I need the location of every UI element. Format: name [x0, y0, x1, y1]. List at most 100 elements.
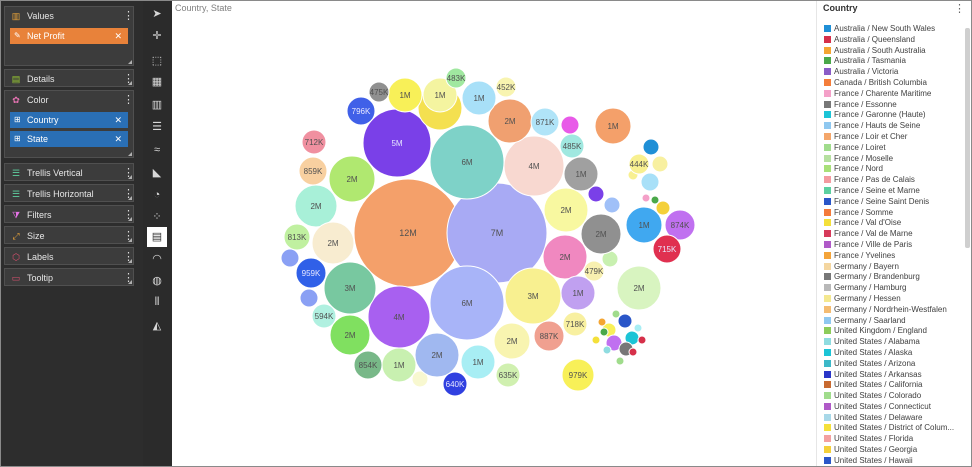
bubble[interactable] — [611, 309, 621, 319]
bubble[interactable] — [651, 155, 669, 173]
legend-item[interactable]: United Kingdom / England — [824, 326, 960, 337]
bubble[interactable] — [299, 288, 319, 308]
line-chart-icon[interactable]: ≈ — [147, 140, 167, 160]
move-icon[interactable]: ✛ — [147, 26, 167, 46]
pointer-icon[interactable]: ➤ — [147, 4, 167, 24]
legend-item[interactable]: France / Moselle — [824, 154, 960, 165]
well-color[interactable]: ✿ Color ⋮ ⊞ Country ✕ ⊞ State ✕ — [4, 90, 134, 158]
bar-chart-icon[interactable]: ▥ — [147, 95, 167, 115]
bubble[interactable] — [603, 196, 621, 214]
bubble[interactable] — [637, 335, 647, 345]
legend-item[interactable]: France / Yvelines — [824, 251, 960, 262]
more-options-icon[interactable]: ⋮ — [123, 9, 134, 23]
well-values[interactable]: ▥ Values ⋮ ✎ Net Profit ✕ — [4, 6, 134, 66]
bubble[interactable] — [602, 345, 612, 355]
legend-item[interactable]: Australia / Victoria — [824, 67, 960, 78]
grid-chart-icon[interactable]: ▦ — [147, 72, 167, 92]
horizontal-bar-icon[interactable]: ☰ — [147, 117, 167, 137]
pie-chart-icon[interactable]: ◔ — [147, 185, 167, 205]
more-options-icon[interactable]: ⋮ — [123, 271, 134, 285]
well-filters[interactable]: ⧩ Filters ⋮ — [4, 205, 134, 223]
gauge-icon[interactable]: ◠ — [147, 249, 167, 269]
well-tooltip[interactable]: ▭ Tooltip ⋮ — [4, 268, 134, 286]
table-icon[interactable]: ⦀ — [147, 292, 167, 312]
legend-item[interactable]: United States / Florida — [824, 434, 960, 445]
visualization-canvas[interactable]: Country, State 12M 7M 6M 6M 5M 4M 4M 3M 3M 2M 2M 2M… — [172, 0, 972, 467]
legend-item[interactable]: United States / Colorado — [824, 391, 960, 402]
well-header[interactable]: ⧩ Filters ⋮ — [5, 206, 134, 224]
well-header[interactable]: ▭ Tooltip ⋮ — [5, 269, 134, 287]
legend-item[interactable]: France / Pas de Calais — [824, 175, 960, 186]
legend-item[interactable]: Germany / Hessen — [824, 294, 960, 305]
legend-item[interactable]: France / Essonne — [824, 100, 960, 111]
field-pill-country[interactable]: ⊞ Country ✕ — [10, 112, 128, 128]
bubble[interactable] — [560, 115, 580, 135]
legend-item[interactable]: France / Val de Marne — [824, 229, 960, 240]
legend-item[interactable]: United States / Alaska — [824, 348, 960, 359]
legend-item[interactable]: Germany / Saarland — [824, 316, 960, 327]
select-icon[interactable]: ⬚ — [147, 51, 167, 71]
bubble[interactable] — [641, 193, 651, 203]
image-icon[interactable]: ◭ — [147, 316, 167, 336]
legend-item[interactable]: France / Nord — [824, 164, 960, 175]
well-details[interactable]: ▤ Details ⋮ — [4, 69, 134, 87]
remove-field-icon[interactable]: ✕ — [114, 28, 122, 44]
field-pill-net-profit[interactable]: ✎ Net Profit ✕ — [10, 28, 128, 44]
legend-item[interactable]: United States / Delaware — [824, 413, 960, 424]
scatter-icon[interactable]: ⁘ — [147, 207, 167, 227]
legend-item[interactable]: Australia / South Australia — [824, 46, 960, 57]
legend-menu-icon[interactable]: ⋮ — [954, 2, 965, 15]
legend-item[interactable]: France / Garonne (Haute) — [824, 110, 960, 121]
legend-item[interactable]: France / Charente Maritime — [824, 89, 960, 100]
legend-item[interactable]: Australia / Queensland — [824, 35, 960, 46]
bubble[interactable] — [642, 138, 660, 156]
legend-item[interactable]: France / Loir et Cher — [824, 132, 960, 143]
legend-item[interactable]: United States / Georgia — [824, 445, 960, 456]
remove-field-icon[interactable]: ✕ — [114, 131, 122, 147]
bubble[interactable] — [628, 347, 638, 357]
legend-item[interactable]: Germany / Brandenburg — [824, 272, 960, 283]
bubble[interactable] — [640, 172, 660, 192]
more-options-icon[interactable]: ⋮ — [123, 72, 134, 86]
legend-item[interactable]: United States / District of Colum... — [824, 423, 960, 434]
more-options-icon[interactable]: ⋮ — [123, 187, 134, 201]
legend-item[interactable]: United States / California — [824, 380, 960, 391]
treemap-icon[interactable]: ▤ — [147, 227, 167, 247]
bubble-chart[interactable]: 12M 7M 6M 6M 5M 4M 4M 3M 3M 2M 2M 2M 2M 2M 2M 2M 2M 2M 2M 2… — [172, 0, 816, 467]
more-options-icon[interactable]: ⋮ — [123, 166, 134, 180]
field-pill-state[interactable]: ⊞ State ✕ — [10, 131, 128, 147]
legend-item[interactable]: Australia / Tasmania — [824, 56, 960, 67]
legend-item[interactable]: France / Hauts de Seine — [824, 121, 960, 132]
remove-field-icon[interactable]: ✕ — [114, 112, 122, 128]
bubble[interactable] — [280, 248, 300, 268]
more-options-icon[interactable]: ⋮ — [123, 250, 134, 264]
bubble[interactable] — [617, 313, 633, 329]
well-trellis-horizontal[interactable]: ☰ Trellis Horizontal ⋮ — [4, 184, 134, 202]
well-labels[interactable]: ⬡ Labels ⋮ — [4, 247, 134, 265]
well-header[interactable]: ☰ Trellis Horizontal ⋮ — [5, 185, 134, 203]
well-size[interactable]: ⤢ Size ⋮ — [4, 226, 134, 244]
more-options-icon[interactable]: ⋮ — [123, 208, 134, 222]
legend-item[interactable]: France / Seine et Marne — [824, 186, 960, 197]
well-header[interactable]: ⤢ Size ⋮ — [5, 227, 134, 245]
legend-item[interactable]: Germany / Hamburg — [824, 283, 960, 294]
well-header[interactable]: ▤ Details ⋮ — [5, 70, 134, 88]
legend-item[interactable]: Canada / British Columbia — [824, 78, 960, 89]
legend-item[interactable]: France / Ville de Paris — [824, 240, 960, 251]
legend-item[interactable]: United States / Connecticut — [824, 402, 960, 413]
well-header[interactable]: ⬡ Labels ⋮ — [5, 248, 134, 266]
bubble[interactable] — [599, 327, 609, 337]
map-icon[interactable]: ◍ — [147, 271, 167, 291]
legend-item[interactable]: France / Somme — [824, 208, 960, 219]
well-header[interactable]: ☰ Trellis Vertical ⋮ — [5, 164, 134, 182]
legend-item[interactable]: France / Loiret — [824, 143, 960, 154]
legend-item[interactable]: United States / Hawaii — [824, 456, 960, 467]
legend-scrollbar[interactable] — [965, 28, 970, 248]
bubble[interactable] — [633, 323, 643, 333]
legend-item[interactable]: United States / Arkansas — [824, 370, 960, 381]
well-header[interactable]: ✿ Color ⋮ — [5, 91, 134, 109]
area-chart-icon[interactable]: ◣ — [147, 163, 167, 183]
bubble[interactable] — [597, 317, 607, 327]
bubble[interactable] — [615, 356, 625, 366]
legend-item[interactable]: United States / Arizona — [824, 359, 960, 370]
